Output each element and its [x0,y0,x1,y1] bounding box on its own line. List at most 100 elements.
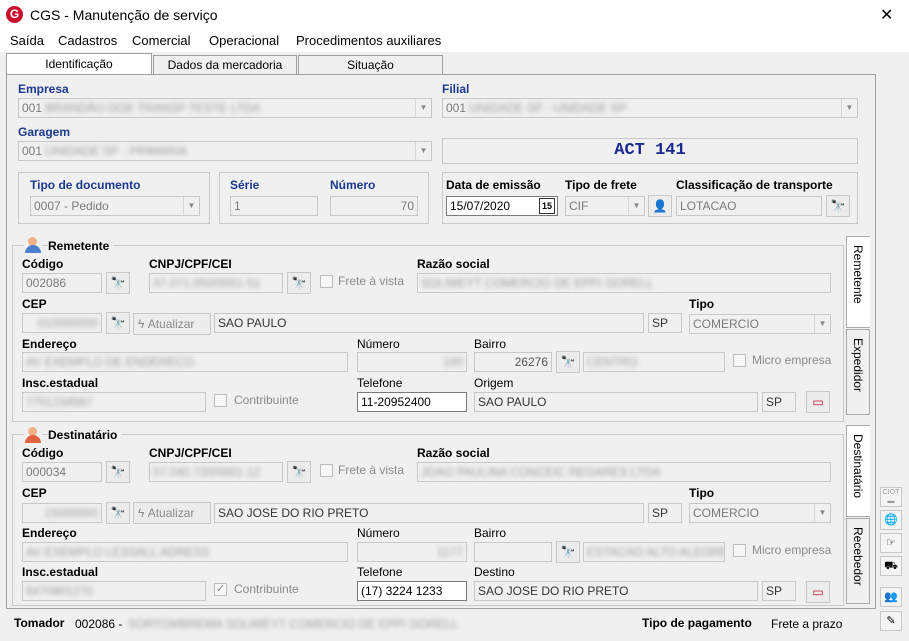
garagem-combo[interactable]: 001 UNIDADE SP - PRIMARIA ▼ [18,141,432,161]
menu-procedimentos[interactable]: Procedimentos auxiliares [296,33,441,48]
dest-cnpj-field[interactable]: 07.040.720/0001-12 [149,462,283,482]
dest-bairro-code-field[interactable] [474,542,552,562]
classificacao-field[interactable]: LOTACAO [676,196,822,216]
filial-combo[interactable]: 001 UNIDADE SP - UNIDADE SP ▼ [442,98,858,118]
dest-endereco-field[interactable]: AV EXEMPLO LESSALL ADRESS [22,542,348,562]
chevron-down-icon[interactable]: ▼ [814,504,830,522]
binoculars-icon[interactable]: 🔭 [556,351,580,373]
binoculars-icon[interactable]: 🔭 [287,461,311,483]
rem-razao-field[interactable]: SOLIMEYT COMERCIO DE EPPI GORELL [417,273,831,293]
dest-tipo-label: Tipo [689,486,715,500]
dest-micro-checkbox[interactable] [733,544,746,557]
tab-identificacao[interactable]: Identificação [6,53,152,75]
rem-bairro-name-field[interactable]: CENTRO [583,352,725,372]
tools-icon[interactable]: ✎ [880,611,902,631]
rem-endereco-field[interactable]: AV EXEMPLO DE ENDERECO [22,352,348,372]
hand-pointer-icon[interactable]: ☞ [880,533,902,553]
dest-codigo-field[interactable]: 000034 [22,462,102,482]
side-tab-expedidor[interactable]: Expedidor [846,329,870,415]
dest-tipo-combo[interactable]: COMERCIO ▼ [689,503,831,523]
rem-bairro-code-field[interactable]: 26276 [474,352,552,372]
rem-numero-field[interactable]: 100 [357,352,467,372]
ciot-icon[interactable]: CIOT ▬ [880,487,902,507]
dest-bairro-name-field[interactable]: ESTACAO ALTO ALEGRE [583,542,725,562]
rem-frete-vista-checkbox[interactable] [320,275,333,288]
calendar-icon[interactable]: 15 [539,198,555,214]
close-icon[interactable]: ✕ [880,5,893,25]
tab-dados-mercadoria[interactable]: Dados da mercadoria [153,55,297,75]
tomador-code: 002086 - [75,617,123,631]
binoculars-icon[interactable]: 🔭 [106,272,130,294]
truck-hand-icon[interactable]: ⛟ [880,556,902,576]
numero-field[interactable]: 70 [330,196,418,216]
rem-origem-field[interactable]: SAO PAULO [474,392,758,412]
rem-cidade-field[interactable]: SAO PAULO [214,313,644,333]
rem-cep-label: CEP [22,297,47,311]
serie-field[interactable]: 1 [230,196,318,216]
rem-endereco-label: Endereço [22,337,77,351]
tipo-doc-combo[interactable]: 0007 - Pedido ▼ [30,196,200,216]
empresa-combo[interactable]: 001 BRANDÃO DOE TRANSP TESTE LTDA ▼ [18,98,432,118]
dest-frete-vista-checkbox[interactable] [320,464,333,477]
card-icon[interactable]: ▭ [806,391,830,413]
side-tab-recebedor[interactable]: Recebedor [846,518,870,604]
binoculars-icon[interactable]: 🔭 [826,195,850,217]
rem-insc-field[interactable]: 7701234567 [22,392,206,412]
card-icon[interactable]: ▭ [806,581,830,603]
rem-codigo-field[interactable]: 002086 [22,273,102,293]
filial-label: Filial [442,82,470,96]
dest-atualizar-button[interactable]: ϟ Atualizar [133,502,211,524]
rem-tipo-combo[interactable]: COMERCIO ▼ [689,314,831,334]
group-icon[interactable]: 👥 [880,587,902,607]
binoculars-icon[interactable]: 🔭 [106,461,130,483]
menu-operacional[interactable]: Operacional [209,33,279,48]
dest-cidade-field[interactable]: SAO JOSE DO RIO PRETO [214,503,644,523]
chevron-down-icon[interactable]: ▼ [841,99,857,117]
lightning-icon: ϟ [138,317,145,331]
chevron-down-icon[interactable]: ▼ [814,315,830,333]
window-title: CGS - Manutenção de serviço [30,7,218,23]
rem-contribuinte-checkbox[interactable] [214,394,227,407]
rem-micro-checkbox[interactable] [733,354,746,367]
rem-cnpj-field[interactable]: 47.071.050/0001-51 [149,273,283,293]
serie-label: Série [230,178,260,192]
rem-origem-uf-field[interactable]: SP [762,392,796,412]
menu-saida[interactable]: Saída [10,33,44,48]
side-tab-destinatario[interactable]: Destinatário [846,425,870,517]
dest-destino-field[interactable]: SAO JOSE DO RIO PRETO [474,581,758,601]
rem-contribuinte-label: Contribuinte [234,393,299,407]
rem-telefone-field[interactable]: 11-20952400 [357,392,467,412]
dest-cep-field[interactable]: 15000000 [22,503,102,523]
tipo-frete-combo[interactable]: CIF ▼ [565,196,645,216]
dest-bairro-label: Bairro [474,526,507,540]
dest-telefone-field[interactable]: (17) 3224 1233 [357,581,467,601]
chevron-down-icon[interactable]: ▼ [628,197,644,215]
tab-situacao[interactable]: Situação [298,55,443,75]
rem-uf-field[interactable]: SP [648,313,682,333]
dest-destino-uf-field[interactable]: SP [762,581,796,601]
data-emissao-field[interactable]: 15/07/2020 15 [446,196,558,216]
binoculars-icon[interactable]: 🔭 [556,541,580,563]
binoculars-icon[interactable]: 🔭 [106,502,130,524]
menu-comercial[interactable]: Comercial [132,33,191,48]
chevron-down-icon[interactable]: ▼ [415,142,431,160]
user-lookup-icon[interactable]: 👤 [648,195,672,217]
rem-cep-field[interactable]: 010000000 [22,313,102,333]
dest-razao-field[interactable]: JOAO PAULINA CONCEIC REGARES LTDA [417,462,831,482]
dest-numero-label: Número [357,526,400,540]
tipo-pagamento-label: Tipo de pagamento [642,616,752,630]
rem-codigo-label: Código [22,257,64,271]
dest-uf-field[interactable]: SP [648,503,682,523]
dest-insc-field[interactable]: 6470801270 [22,581,206,601]
globe-icon[interactable]: 🌐 [880,510,902,530]
chevron-down-icon[interactable]: ▼ [183,197,199,215]
chevron-down-icon[interactable]: ▼ [415,99,431,117]
side-tab-remetente[interactable]: Remetente [846,236,870,328]
numero-label: Número [330,178,376,192]
binoculars-icon[interactable]: 🔭 [106,312,130,334]
binoculars-icon[interactable]: 🔭 [287,272,311,294]
dest-contribuinte-checkbox[interactable]: ✓ [214,583,227,596]
rem-atualizar-button[interactable]: ϟ Atualizar [133,313,211,335]
menu-cadastros[interactable]: Cadastros [58,33,117,48]
dest-numero-field[interactable]: 1177 [357,542,467,562]
